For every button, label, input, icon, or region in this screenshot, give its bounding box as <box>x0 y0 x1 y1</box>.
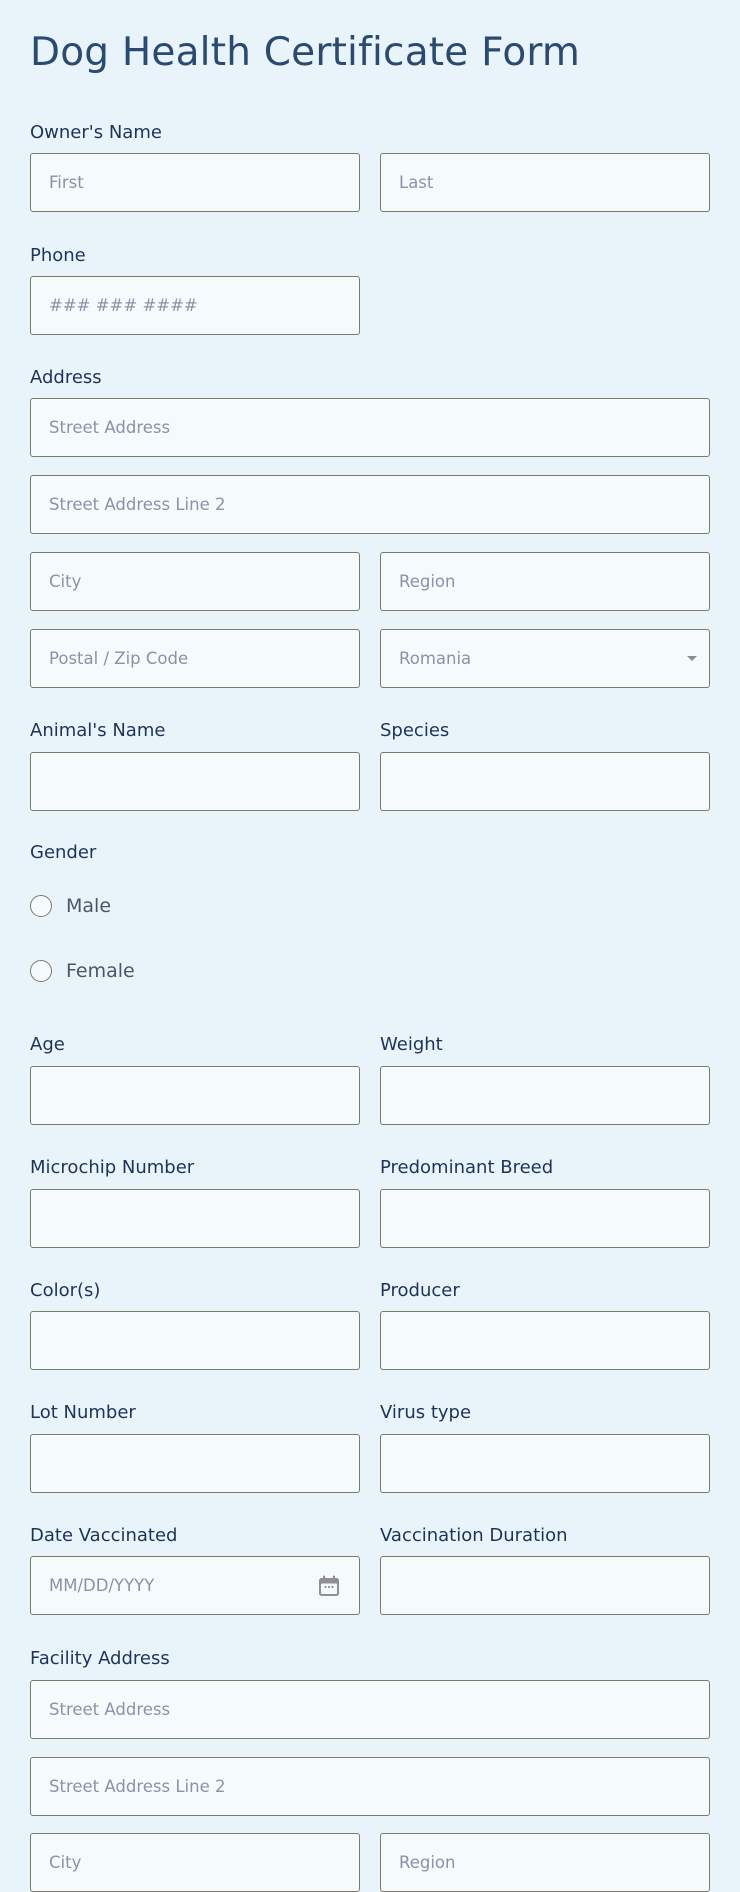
producer-input[interactable] <box>380 1311 710 1370</box>
gender-option-label: Male <box>66 895 112 917</box>
radio-button-male[interactable] <box>30 895 52 917</box>
street-address-line2-input[interactable] <box>30 475 710 534</box>
animal-name-label: Animal's Name <box>30 720 166 741</box>
producer-label: Producer <box>380 1280 460 1301</box>
date-vaccinated-field <box>30 1556 360 1615</box>
age-label: Age <box>30 1034 65 1055</box>
country-select[interactable]: Romania <box>380 629 710 688</box>
owner-first-name-input[interactable] <box>30 153 360 212</box>
street-address-input[interactable] <box>30 398 710 457</box>
colors-label: Color(s) <box>30 1280 101 1301</box>
weight-input[interactable] <box>380 1066 710 1125</box>
virus-type-input[interactable] <box>380 1434 710 1493</box>
form-title: Dog Health Certificate Form <box>30 30 581 75</box>
species-input[interactable] <box>380 752 710 811</box>
phone-label: Phone <box>30 245 86 266</box>
calendar-icon[interactable] <box>318 1575 340 1597</box>
facility-street-address-input[interactable] <box>30 1680 710 1739</box>
country-select-value: Romania <box>399 649 472 668</box>
vaccination-duration-input[interactable] <box>380 1556 710 1615</box>
vaccination-duration-label: Vaccination Duration <box>380 1525 568 1546</box>
gender-option-label: Female <box>66 960 135 982</box>
colors-input[interactable] <box>30 1311 360 1370</box>
chevron-down-icon <box>687 656 697 661</box>
breed-label: Predominant Breed <box>380 1157 554 1178</box>
phone-input[interactable] <box>30 276 360 335</box>
gender-option-male[interactable]: Male <box>30 892 111 920</box>
city-input[interactable] <box>30 552 360 611</box>
region-input[interactable] <box>380 552 710 611</box>
facility-region-input[interactable] <box>380 1833 710 1892</box>
lot-number-label: Lot Number <box>30 1402 136 1423</box>
microchip-input[interactable] <box>30 1189 360 1248</box>
owner-last-name-input[interactable] <box>380 153 710 212</box>
postal-code-input[interactable] <box>30 629 360 688</box>
weight-label: Weight <box>380 1034 443 1055</box>
facility-street-address-line2-input[interactable] <box>30 1757 710 1816</box>
animal-name-input[interactable] <box>30 752 360 811</box>
age-input[interactable] <box>30 1066 360 1125</box>
virus-type-label: Virus type <box>380 1402 472 1423</box>
species-label: Species <box>380 720 450 741</box>
lot-number-input[interactable] <box>30 1434 360 1493</box>
gender-label: Gender <box>30 842 97 863</box>
address-label: Address <box>30 367 102 388</box>
date-vaccinated-label: Date Vaccinated <box>30 1525 178 1546</box>
gender-option-female[interactable]: Female <box>30 957 135 985</box>
facility-address-label: Facility Address <box>30 1648 170 1669</box>
breed-input[interactable] <box>380 1189 710 1248</box>
radio-button-female[interactable] <box>30 960 52 982</box>
date-vaccinated-input[interactable] <box>30 1556 360 1615</box>
facility-city-input[interactable] <box>30 1833 360 1892</box>
owner-name-label: Owner's Name <box>30 122 162 143</box>
microchip-label: Microchip Number <box>30 1157 195 1178</box>
